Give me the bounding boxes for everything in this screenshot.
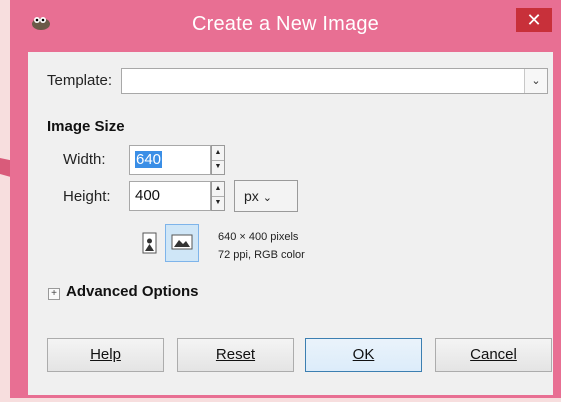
width-spinner[interactable]: ▲ ▼ bbox=[211, 145, 225, 175]
portrait-icon bbox=[142, 232, 157, 254]
height-input[interactable]: 400 bbox=[129, 181, 211, 211]
help-button-label: Help bbox=[90, 346, 121, 363]
expander-plus-icon[interactable]: + bbox=[48, 288, 60, 300]
unit-selector[interactable]: px ⌄ bbox=[234, 180, 298, 212]
spin-up-icon[interactable]: ▲ bbox=[212, 182, 224, 197]
title-bar[interactable]: Create a New Image ✕ bbox=[10, 0, 561, 52]
advanced-options-toggle[interactable]: Advanced Options bbox=[66, 283, 199, 300]
info-resolution: 72 ppi, RGB color bbox=[218, 249, 305, 261]
height-label: Height: bbox=[63, 188, 111, 205]
portrait-orientation-button[interactable] bbox=[134, 228, 166, 262]
landscape-icon bbox=[171, 234, 193, 250]
ok-button[interactable]: OK bbox=[305, 338, 422, 372]
height-spinner[interactable]: ▲ ▼ bbox=[211, 181, 225, 211]
window-title: Create a New Image bbox=[191, 13, 380, 35]
chevron-down-icon[interactable]: ⌄ bbox=[524, 69, 547, 93]
dialog-window: Create a New Image ✕ Template: ⌄ Image S… bbox=[10, 0, 561, 398]
advanced-options-label: Advanced Options bbox=[66, 283, 199, 300]
reset-button[interactable]: Reset bbox=[177, 338, 294, 372]
image-info: 640 × 400 pixels 72 ppi, RGB color bbox=[218, 228, 305, 264]
help-button[interactable]: Help bbox=[47, 338, 164, 372]
landscape-orientation-button[interactable] bbox=[165, 224, 199, 262]
cancel-button[interactable]: Cancel bbox=[435, 338, 552, 372]
cancel-button-label: Cancel bbox=[470, 346, 517, 363]
unit-value: px bbox=[244, 188, 259, 204]
image-size-heading: Image Size bbox=[47, 118, 125, 135]
spin-down-icon[interactable]: ▼ bbox=[212, 196, 224, 210]
template-label: Template: bbox=[47, 72, 113, 89]
template-combobox[interactable]: ⌄ bbox=[121, 68, 548, 94]
info-dimensions: 640 × 400 pixels bbox=[218, 231, 299, 243]
close-icon: ✕ bbox=[526, 10, 542, 30]
width-label: Width: bbox=[63, 151, 106, 168]
dialog-body: Template: ⌄ Image Size Width: 640 ▲ ▼ He… bbox=[28, 52, 553, 395]
width-value: 640 bbox=[135, 151, 163, 168]
width-input[interactable]: 640 bbox=[129, 145, 211, 175]
chevron-down-icon: ⌄ bbox=[262, 192, 272, 204]
spin-down-icon[interactable]: ▼ bbox=[212, 160, 224, 174]
close-button[interactable]: ✕ bbox=[516, 8, 552, 32]
reset-button-label: Reset bbox=[215, 346, 256, 363]
ok-button-label: OK bbox=[352, 346, 375, 363]
height-value: 400 bbox=[135, 187, 161, 204]
spin-up-icon[interactable]: ▲ bbox=[212, 146, 224, 161]
